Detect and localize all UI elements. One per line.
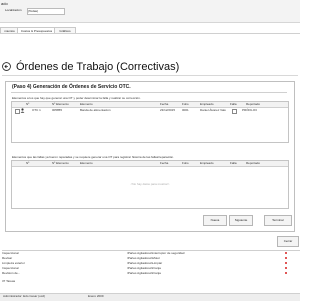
back-arrow-icon[interactable] [2, 62, 11, 71]
col-element-no: Nº Elemento [52, 102, 69, 106]
person-icon [20, 108, 25, 113]
row-no: OTC 1 [32, 108, 41, 112]
step-divider [11, 92, 287, 93]
row-folio: 0001 [182, 108, 189, 112]
close-button[interactable]: Cerrar [277, 236, 299, 247]
location-filter: Localización (Todas) [5, 8, 115, 15]
col-date: Fecha [160, 102, 169, 106]
col-date: Fecha [160, 161, 169, 165]
col-no: Nº [26, 161, 30, 165]
col-failure: Falla [230, 102, 237, 106]
col-folio: Folio [182, 161, 189, 165]
col-no: Nº [26, 102, 30, 106]
location-select-value: (Todas) [28, 9, 39, 13]
pending-elements-grid[interactable]: Nº Nº Elemento Elemento Fecha Folio Empl… [11, 101, 289, 143]
row-element: Banda de alimentación [80, 108, 111, 112]
step-title: (Paso 4) Generación de Órdenes de Servic… [12, 84, 131, 90]
col-reported: Reportado [246, 102, 261, 106]
row-failure-checkbox[interactable] [232, 109, 237, 114]
new-button[interactable]: Nueva [203, 215, 227, 226]
status-date: Enero 2009 [88, 294, 104, 298]
status-user: Administrador: Edo Cesar (ucd) [3, 294, 46, 298]
tab-divider [0, 33, 300, 34]
col-element: Elemento [80, 161, 93, 165]
status-dot-icon [285, 252, 287, 254]
location-select[interactable]: (Todas) [27, 8, 65, 15]
row-reported: PRÓFILO3 [242, 108, 257, 112]
next-button[interactable]: Siguiente [229, 215, 253, 226]
task-list: Inspeccionar \Partes Agitadores\Interrup… [2, 250, 300, 289]
instruction-bottom: Elementos que las fallas ya fueron repar… [12, 155, 175, 159]
col-element: Elemento [80, 102, 93, 106]
table-row[interactable]: OTC 1 005855 Banda de alimentación 23/12… [12, 108, 288, 114]
status-dot-icon [285, 257, 287, 259]
instruction-top: Elementos a los que hay que generar una … [12, 96, 141, 100]
header-divider [2, 75, 298, 76]
list-item[interactable]: Revisión de... \Partes Agitadores\Franja [2, 271, 300, 276]
finish-button[interactable]: Terminar [264, 215, 292, 226]
row-employee: Daniel Álvarez Valo [200, 108, 226, 112]
col-employee: Empleado [200, 161, 214, 165]
task-path: \Partes Agitadores\Franja [127, 271, 161, 275]
status-dot-icon [285, 267, 287, 269]
repaired-elements-grid[interactable]: Nº Nº Elemento Elemento Fecha Folio Empl… [11, 160, 289, 209]
col-reported: Reportado [246, 161, 261, 165]
location-label: Localización [5, 8, 22, 12]
window-title: ado [1, 1, 8, 6]
col-folio: Folio [182, 102, 189, 106]
row-element-no: 005855 [52, 108, 63, 112]
col-employee: Empleado [200, 102, 214, 106]
tasks-count: 37 Tareas [2, 279, 300, 284]
page-title: Órdenes de Trabajo (Correctivas) [16, 61, 180, 73]
empty-message: <No hay datos para mostrar> [130, 182, 170, 186]
col-element-no: Nº Elemento [52, 161, 69, 165]
status-dot-icon [285, 262, 287, 264]
status-dot-icon [285, 272, 287, 274]
tasks-count-label: 37 Tareas [2, 279, 16, 283]
task-name: Revisión de... [2, 271, 21, 275]
col-failure: Falla [230, 161, 237, 165]
row-date: 23/12/2015 [160, 108, 176, 112]
